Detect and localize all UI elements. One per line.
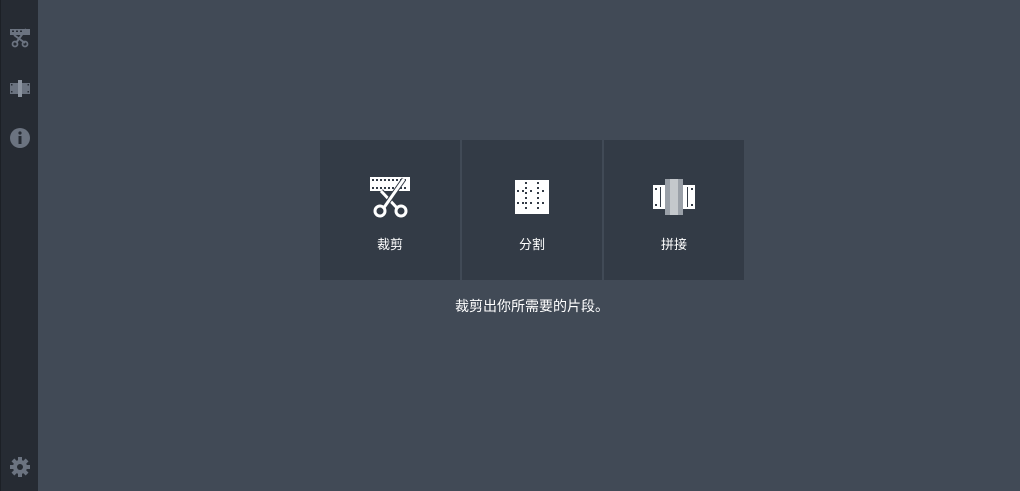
feature-description: 裁剪出你所需要的片段。 — [455, 299, 609, 315]
sidebar-item-settings[interactable] — [5, 452, 35, 482]
sidebar-item-join[interactable] — [5, 73, 35, 103]
trim-card-label: 裁剪 — [376, 238, 403, 253]
settings-icon — [9, 456, 31, 478]
sidebar — [0, 0, 38, 491]
split-card[interactable]: 分割 — [462, 140, 602, 280]
trim-card[interactable]: 裁剪 — [320, 140, 460, 280]
info-icon — [9, 127, 31, 149]
join-nav-icon — [9, 77, 31, 99]
split-card-label: 分割 — [518, 238, 545, 253]
join-card-label: 拼接 — [660, 238, 687, 253]
scissors-film-icon — [367, 174, 413, 220]
trim-nav-icon — [9, 26, 31, 48]
sidebar-item-info[interactable] — [5, 123, 35, 153]
grid-split-icon — [509, 174, 555, 220]
film-join-icon — [651, 174, 697, 220]
feature-cards: 裁剪 分割 拼接 — [320, 140, 744, 280]
join-card[interactable]: 拼接 — [604, 140, 744, 280]
sidebar-item-trim[interactable] — [5, 22, 35, 52]
